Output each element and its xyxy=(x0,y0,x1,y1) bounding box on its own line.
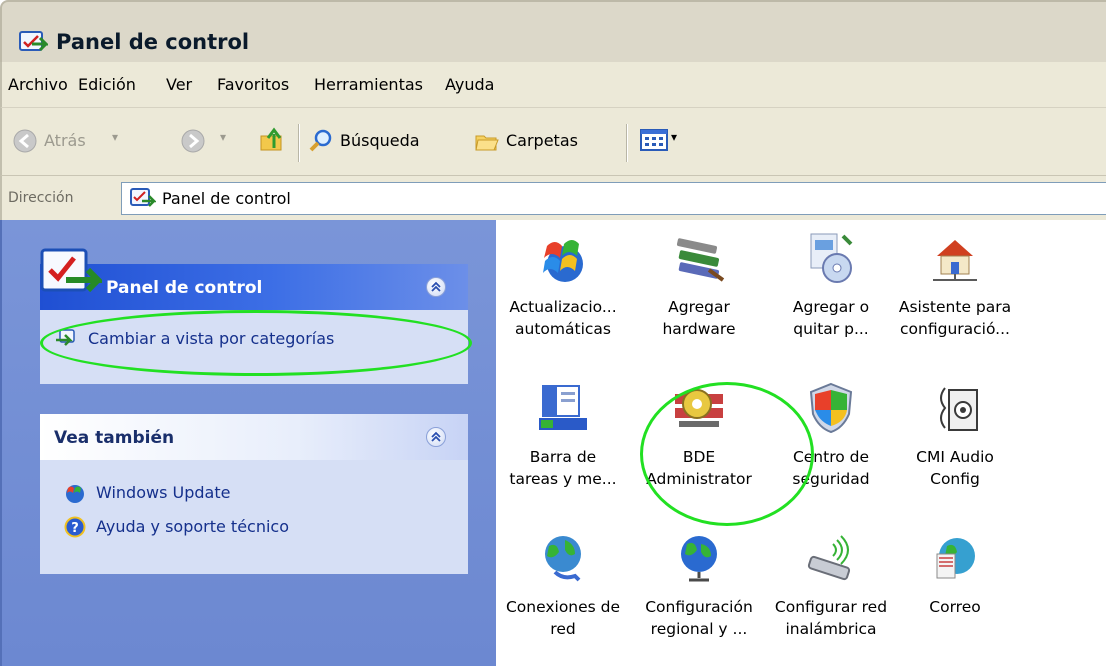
item-taskbar-start-menu[interactable]: Barra de tareas y me... xyxy=(488,380,638,490)
item-label: Actualizacio... xyxy=(509,298,617,316)
see-also-title: Vea también xyxy=(54,428,175,448)
windows-update-label: Windows Update xyxy=(96,483,231,502)
folders-button[interactable]: Carpetas xyxy=(474,126,614,158)
item-label: quitar p... xyxy=(793,320,869,338)
up-folder-icon[interactable] xyxy=(258,126,286,154)
folders-icon xyxy=(475,135,499,151)
item-label: seguridad xyxy=(792,470,870,488)
item-label: Correo xyxy=(929,598,981,616)
window-title: Panel de control xyxy=(56,30,250,54)
item-label: Agregar xyxy=(668,298,730,316)
views-grid-icon xyxy=(640,129,668,151)
item-label: regional y ... xyxy=(650,620,748,638)
control-panel-large-icon xyxy=(40,248,102,293)
item-label: Asistente para xyxy=(898,298,1012,316)
search-icon xyxy=(309,129,332,152)
mail-icon xyxy=(936,538,975,579)
search-button[interactable]: Búsqueda xyxy=(308,126,448,158)
add-remove-programs-icon xyxy=(810,233,853,283)
views-dropdown-icon: ▾ xyxy=(671,130,678,144)
menu-edicion[interactable]: Edición xyxy=(78,75,136,94)
forward-arrow-icon xyxy=(181,129,205,153)
menu-favoritos[interactable]: Favoritos xyxy=(217,75,289,94)
back-label: Atrás xyxy=(44,131,86,150)
network-setup-wizard-icon xyxy=(933,240,977,281)
item-label: tareas y me... xyxy=(509,470,617,488)
back-arrow-icon xyxy=(13,129,37,153)
regional-settings-icon xyxy=(681,536,717,582)
item-label: Barra de xyxy=(529,448,597,466)
items-view: Actualizacio... automáticas Agregar hardwa… xyxy=(496,220,1106,666)
see-also-box: Vea también Windows Update ? Ayuda y sop… xyxy=(40,414,468,574)
item-label: Centro de xyxy=(792,448,870,466)
windows-update-icon xyxy=(543,240,583,282)
folders-label: Carpetas xyxy=(506,131,578,150)
item-network-connections[interactable]: Conexiones de red xyxy=(488,530,638,640)
item-label: Config xyxy=(930,470,980,488)
item-cmi-audio-config[interactable]: CMI Audio Config xyxy=(880,380,1030,490)
item-label: automáticas xyxy=(515,320,611,338)
switch-category-view-link[interactable]: Cambiar a vista por categorías xyxy=(54,328,454,354)
menu-ver[interactable]: Ver xyxy=(166,75,192,94)
windows-update-icon xyxy=(66,485,84,503)
menu-archivo[interactable]: Archivo xyxy=(8,75,68,94)
item-label: inalámbrica xyxy=(785,620,877,638)
item-label: Configurar red xyxy=(774,598,888,616)
item-label: BDE xyxy=(682,448,716,466)
control-panel-window: Panel de control Archivo Edición Ver Fav… xyxy=(0,0,1106,666)
task-pane: Panel de control Cambiar a vista por cat… xyxy=(0,220,496,666)
item-label: Conexiones de xyxy=(505,598,621,616)
collapse-chevron-icon[interactable] xyxy=(426,277,446,297)
help-support-link[interactable]: ? Ayuda y soporte técnico xyxy=(64,516,384,540)
menu-bar: Archivo Edición Ver Favoritos Herramient… xyxy=(0,62,1106,108)
back-dropdown-icon: ▾ xyxy=(112,130,119,144)
control-panel-box: Panel de control Cambiar a vista por cat… xyxy=(40,264,468,384)
bde-administrator-icon xyxy=(675,389,723,427)
wireless-network-icon xyxy=(807,535,851,581)
item-mail[interactable]: Correo xyxy=(880,530,1030,618)
address-label: Dirección xyxy=(8,190,74,206)
item-label: Configuración xyxy=(645,598,753,616)
item-label: hardware xyxy=(662,320,736,338)
add-hardware-icon xyxy=(676,238,725,282)
item-label: Agregar o xyxy=(792,298,870,316)
taskbar-icon xyxy=(539,385,587,430)
svg-text:?: ? xyxy=(71,521,79,536)
category-view-icon xyxy=(56,329,75,346)
cmi-audio-icon xyxy=(940,387,978,431)
item-network-setup-wizard[interactable]: Asistente para configuració... xyxy=(880,230,1030,340)
item-label: CMI Audio xyxy=(916,448,994,466)
network-connections-icon xyxy=(545,536,581,582)
address-value: Panel de control xyxy=(162,189,291,208)
control-panel-box-title: Panel de control xyxy=(106,278,263,298)
control-panel-icon xyxy=(19,31,48,52)
item-label: configuració... xyxy=(900,320,1010,338)
back-button[interactable]: Atrás ▾ xyxy=(12,126,162,158)
item-automatic-updates[interactable]: Actualizacio... automáticas xyxy=(488,230,638,340)
see-also-box-header[interactable]: Vea también xyxy=(40,414,468,460)
address-bar: Dirección Panel de control xyxy=(0,176,1106,220)
switch-category-view-label: Cambiar a vista por categorías xyxy=(88,329,335,348)
control-panel-box-header[interactable]: Panel de control xyxy=(40,264,468,310)
help-question-icon: ? xyxy=(64,516,86,538)
title-bar: Panel de control xyxy=(0,0,1106,62)
item-bde-administrator[interactable]: BDE Administrator xyxy=(624,380,774,490)
item-regional-settings[interactable]: Configuración regional y ... xyxy=(624,530,774,640)
menu-ayuda[interactable]: Ayuda xyxy=(445,75,494,94)
search-label: Búsqueda xyxy=(340,131,420,150)
control-panel-small-icon xyxy=(130,188,156,207)
views-button[interactable]: ▾ xyxy=(640,128,686,156)
toolbar: Atrás ▾ ▾ Búsqueda Carpetas ▾ xyxy=(0,108,1106,176)
collapse-chevron-icon[interactable] xyxy=(426,427,446,447)
item-label: Administrator xyxy=(646,470,752,488)
item-label: red xyxy=(550,620,576,638)
help-support-label: Ayuda y soporte técnico xyxy=(96,517,290,536)
address-field[interactable]: Panel de control xyxy=(121,182,1106,215)
menu-herramientas[interactable]: Herramientas xyxy=(314,75,423,94)
forward-dropdown-icon: ▾ xyxy=(220,130,227,144)
windows-update-link[interactable]: Windows Update xyxy=(64,482,364,506)
item-add-hardware[interactable]: Agregar hardware xyxy=(624,230,774,340)
security-center-icon xyxy=(809,382,853,434)
forward-button[interactable]: ▾ xyxy=(180,126,240,158)
